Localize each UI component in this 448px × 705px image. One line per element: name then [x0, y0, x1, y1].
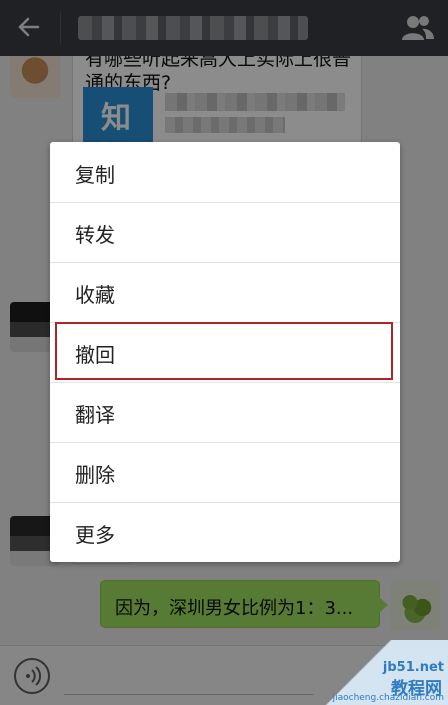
menu-item-label: 收藏: [75, 283, 115, 307]
menu-item-favorite[interactable]: 收藏: [50, 262, 400, 322]
menu-item-copy[interactable]: 复制: [50, 142, 400, 202]
menu-item-label: 复制: [75, 163, 115, 187]
menu-item-label: 删除: [75, 463, 115, 487]
menu-item-translate[interactable]: 翻译: [50, 382, 400, 442]
watermark-domain: jb51.net: [382, 660, 444, 675]
watermark-url: jiaocheng.chazidian.com: [332, 693, 444, 703]
menu-item-label: 更多: [75, 523, 115, 547]
menu-item-delete[interactable]: 删除: [50, 442, 400, 502]
recall-highlight-box: [55, 322, 393, 380]
menu-item-forward[interactable]: 转发: [50, 202, 400, 262]
menu-item-label: 转发: [75, 223, 115, 247]
menu-item-label: 翻译: [75, 403, 115, 427]
watermark: jb51.net 教程网 jiaocheng.chazidian.com: [308, 640, 448, 705]
message-context-menu: 复制 转发 收藏 撤回 翻译 删除 更多: [50, 142, 400, 562]
menu-item-more[interactable]: 更多: [50, 502, 400, 562]
